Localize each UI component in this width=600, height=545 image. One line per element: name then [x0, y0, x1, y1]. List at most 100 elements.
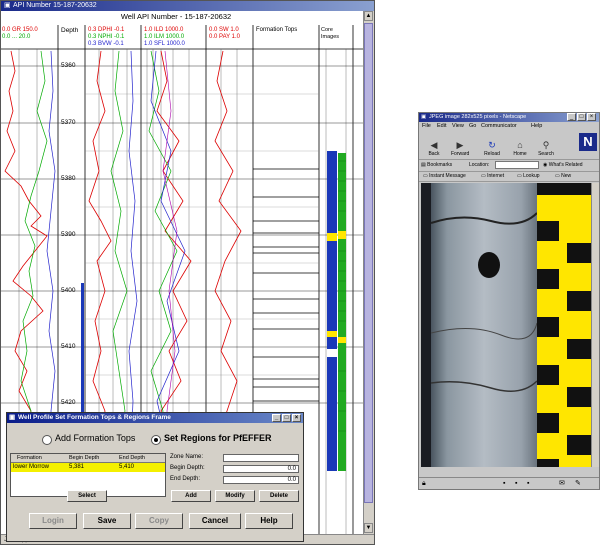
cancel-button[interactable]: Cancel [189, 513, 241, 529]
window-titlebar: ▣ API Number 15-187-20632 [1, 1, 374, 11]
begin-depth-input[interactable]: 0.0 [223, 465, 299, 473]
home-button[interactable]: ⌂ Home [511, 140, 529, 158]
search-label: Search [538, 151, 554, 157]
status-icon: ▪ [527, 480, 530, 487]
depth-label: 5370 [61, 119, 76, 126]
menu-help[interactable]: Help [531, 123, 542, 129]
netscape-title: JPEG image 282x525 pixels - Netscape [429, 114, 527, 120]
save-button[interactable]: Save [83, 513, 131, 529]
security-lock-icon[interactable]: 🔒︎ [422, 478, 426, 489]
internet-button[interactable]: ▭ Internet [481, 172, 504, 180]
depth-label: 5400 [61, 287, 76, 294]
ns-vertical-scrollbar[interactable] [591, 183, 599, 467]
whats-related-label: What's Related [548, 162, 583, 168]
menu-go[interactable]: Go [469, 123, 476, 129]
netscape-app-icon: ▣ [421, 114, 427, 120]
ns-close-icon[interactable]: × [587, 113, 596, 121]
netscape-window: ▣ JPEG image 282x525 pixels - Netscape _… [418, 112, 600, 490]
depth-label: 5410 [61, 343, 76, 350]
modify-button[interactable]: Modify [215, 490, 255, 502]
table-row[interactable]: lower Morrow 5,381 5,410 [11, 463, 165, 472]
depth-label: 5380 [61, 175, 76, 182]
scroll-down-arrow-icon[interactable]: ▼ [364, 523, 373, 533]
window-title: API Number 15-187-20632 [13, 2, 97, 9]
lookup-label: Lookup [523, 173, 540, 179]
depth-label: 5390 [61, 231, 76, 238]
end-depth-label: End Depth: [170, 476, 201, 482]
reload-label: Reload [484, 151, 500, 157]
zone-name-input[interactable] [223, 454, 299, 462]
search-icon: ⚲ [542, 140, 550, 150]
close-icon[interactable]: × [292, 414, 301, 422]
status-icon: ▪ [503, 480, 506, 487]
cell-begin-depth: 5,381 [69, 464, 85, 470]
maximize-icon[interactable]: □ [282, 414, 291, 422]
delete-button[interactable]: Delete [259, 490, 299, 502]
app-icon: ▣ [4, 2, 11, 9]
forward-button[interactable]: ▶ Forward [451, 140, 470, 158]
table-header-row: Formation Begin Depth End Depth [11, 454, 165, 463]
select-button[interactable]: Select [67, 490, 107, 502]
depth-label: 5420 [61, 399, 76, 406]
dialog-app-icon: ▣ [9, 414, 16, 421]
forward-label: Forward [451, 151, 470, 157]
scroll-up-arrow-icon[interactable]: ▲ [364, 11, 373, 21]
begin-depth-label: Begin Depth: [170, 465, 205, 471]
whats-related-button[interactable]: ◉ What's Related [543, 161, 583, 169]
ns-minimize-icon[interactable]: _ [567, 113, 576, 121]
netscape-logo-icon: N [579, 133, 597, 151]
bookmarks-label: Bookmarks [427, 162, 453, 168]
login-button[interactable]: Login [29, 513, 77, 529]
help-button[interactable]: Help [245, 513, 293, 529]
status-icon: ▪ [515, 480, 518, 487]
home-icon: ⌂ [517, 140, 523, 150]
col-header-formation: Formation [17, 455, 42, 461]
menu-view[interactable]: View [452, 123, 464, 129]
add-button[interactable]: Add [171, 490, 211, 502]
col-header-begin-depth: Begin Depth [69, 455, 100, 461]
internet-label: Internet [487, 173, 505, 179]
location-input[interactable] [495, 161, 539, 169]
mail-icon[interactable]: ✉ [559, 478, 565, 489]
home-label: Home [513, 151, 527, 157]
search-button[interactable]: ⚲ Search [537, 140, 555, 158]
reload-button[interactable]: ↻ Reload [483, 140, 501, 158]
radio-set-regions[interactable] [151, 435, 161, 445]
new-button[interactable]: ▭ New [555, 172, 571, 180]
back-label: Back [428, 151, 440, 157]
new-label: New [561, 173, 572, 179]
core-photo-image [421, 183, 591, 467]
scrollbar-thumb[interactable] [364, 23, 373, 503]
ns-maximize-icon[interactable]: □ [577, 113, 586, 121]
dialog-titlebar: ▣ Well Profile Set Formation Tops & Regi… [7, 413, 303, 423]
back-button[interactable]: ◀ Back [425, 140, 443, 158]
lookup-button[interactable]: ▭ Lookup [517, 172, 540, 180]
end-depth-input[interactable]: 0.0 [223, 476, 299, 484]
radio-add-formation-tops[interactable] [42, 435, 52, 445]
depth-label: 5360 [61, 62, 76, 69]
copy-button[interactable]: Copy [135, 513, 183, 529]
back-arrow-icon: ◀ [430, 140, 438, 150]
netscape-titlebar: ▣ JPEG image 282x525 pixels - Netscape _… [419, 113, 599, 122]
radio-selected-dot [154, 438, 158, 442]
reload-icon: ↻ [488, 140, 496, 150]
menu-communicator[interactable]: Communicator [481, 123, 517, 129]
ns-status-bar: 🔒︎ ▪ ▪ ▪ ✉ ✎ [419, 477, 599, 489]
bookmarks-button[interactable]: ▤ Bookmarks [421, 161, 452, 169]
zone-name-label: Zone Name: [170, 454, 204, 460]
menu-file[interactable]: File [422, 123, 431, 129]
instant-message-button[interactable]: ▭ Instant Message [423, 172, 466, 180]
radio-add-label: Add Formation Tops [55, 433, 136, 443]
location-label: Location: [469, 162, 490, 168]
col-header-end-depth: End Depth [119, 455, 145, 461]
instant-message-label: Instant Message [429, 173, 466, 179]
personal-toolbar: ▭ Instant Message ▭ Internet ▭ Lookup ▭ … [419, 171, 599, 182]
forward-arrow-icon: ▶ [456, 140, 464, 150]
menu-edit[interactable]: Edit [437, 123, 446, 129]
radio-set-label: Set Regions for PfEFFER [164, 433, 272, 443]
minimize-icon[interactable]: _ [272, 414, 281, 422]
cell-formation: lower Morrow [13, 464, 50, 470]
composer-icon[interactable]: ✎ [575, 478, 581, 489]
cell-end-depth: 5,410 [119, 464, 135, 470]
formation-tops-dialog: ▣ Well Profile Set Formation Tops & Regi… [6, 412, 304, 542]
